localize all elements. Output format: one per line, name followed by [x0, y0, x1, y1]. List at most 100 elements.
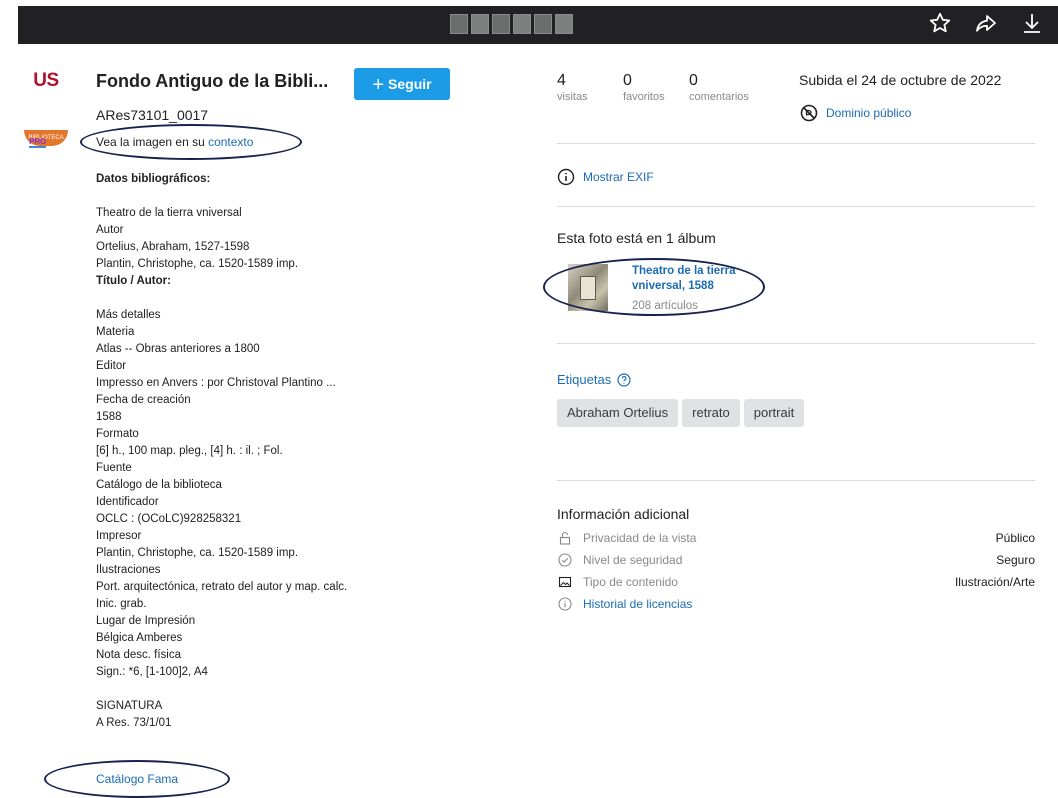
photo-thumbnail[interactable] [513, 14, 531, 34]
photo-thumbnail[interactable] [534, 14, 552, 34]
photo-thumbnail[interactable] [555, 14, 573, 34]
additional-info-heading: Información adicional [557, 506, 690, 522]
pro-badge[interactable]: PRO [29, 137, 47, 148]
divider [557, 480, 1035, 481]
album-item-count: 208 artículos [632, 300, 698, 312]
follow-button[interactable]: + Seguir [354, 68, 450, 100]
description-line: Materia [96, 326, 135, 338]
download-icon[interactable] [1020, 11, 1044, 35]
stat-value: 4 [557, 72, 566, 89]
divider [557, 143, 1035, 144]
tag-chip[interactable]: Abraham Ortelius [557, 399, 679, 427]
stat-value: 0 [689, 72, 698, 89]
star-icon[interactable] [928, 11, 952, 35]
description-line: Lugar de Impresión [96, 615, 196, 627]
stat-value: 0 [623, 72, 632, 89]
photo-thumbnail[interactable] [492, 14, 510, 34]
stat-comentarios: 0 comentarios [689, 72, 753, 104]
description-line: Catálogo de la biblioteca [96, 479, 222, 491]
stat-favoritos: 0 favoritos [623, 72, 687, 104]
description-line: Nota desc. física [96, 649, 182, 661]
description-line: Autor [96, 224, 124, 236]
info-row-label[interactable]: Historial de licencias [583, 597, 692, 611]
description-line: Impresso en Anvers : por Christoval Plan… [96, 377, 336, 389]
plus-icon: + [372, 74, 385, 96]
photo-title: ARes73101_0017 [96, 107, 209, 123]
description-line: Plantin, Christophe, ca. 1520-1589 imp. [96, 258, 299, 270]
info-row[interactable]: Historial de licencias [557, 593, 1035, 615]
context-link[interactable]: contexto [208, 135, 253, 149]
description-line: A Res. 73/1/01 [96, 717, 172, 729]
info-icon [557, 168, 575, 186]
description-line: Bélgica Amberes [96, 632, 183, 644]
description-line: Inic. grab. [96, 598, 147, 610]
description-line: Fecha de creación [96, 394, 191, 406]
album-heading: Esta foto está en 1 álbum [557, 230, 716, 246]
description-line: Más detalles [96, 309, 161, 321]
public-domain-icon [800, 104, 818, 122]
description-line: Formato [96, 428, 139, 440]
description-line: Editor [96, 360, 127, 372]
context-prefix: Vea la imagen en su [96, 135, 209, 149]
show-exif-link[interactable]: Mostrar EXIF [557, 168, 654, 186]
upload-date: Subida el 24 de octubre de 2022 [799, 72, 1002, 88]
album-thumbnail[interactable] [568, 264, 608, 311]
owner-logo-text: US [33, 70, 59, 91]
description-line: OCLC : (OCoLC)928258321 [96, 513, 242, 525]
info-row-value: Seguro [996, 553, 1035, 567]
photo-details-panel: US BIBLIOTECA PRO Fondo Antiguo de la Bi… [0, 44, 520, 798]
info-row-value: Público [995, 531, 1035, 545]
tags-heading: Etiquetas [557, 372, 631, 387]
info-row: Privacidad de la vista Público [557, 527, 1035, 549]
description-line: SIGNATURA [96, 700, 163, 712]
description-line: 1588 [96, 411, 122, 423]
divider [557, 206, 1035, 207]
stat-label: visitas [557, 91, 588, 103]
description-line: Ilustraciones [96, 564, 161, 576]
description-line: Ortelius, Abraham, 1527-1598 [96, 241, 250, 253]
help-icon[interactable] [617, 372, 631, 387]
catalog-fama-link[interactable]: Catálogo Fama [96, 772, 178, 786]
description-line: Fuente [96, 462, 132, 474]
photo-thumbnail-strip [450, 14, 573, 36]
description-line: Datos bibliográficos: [96, 173, 211, 185]
tags-heading-label: Etiquetas [557, 372, 612, 387]
show-exif-label: Mostrar EXIF [583, 170, 654, 184]
info-row: Tipo de contenido Ilustración/Arte [557, 571, 1035, 593]
license-link[interactable]: Dominio público [800, 104, 911, 122]
description-line [96, 188, 516, 205]
follow-button-label: Seguir [388, 76, 432, 92]
info-icon [557, 597, 573, 611]
description-line: Port. arquitectónica, retrato del autor … [96, 581, 348, 593]
description-line [96, 290, 516, 307]
context-line: Vea la imagen en su contexto [96, 135, 253, 149]
info-row-label: Nivel de seguridad [583, 553, 683, 567]
description-line: Plantin, Christophe, ca. 1520-1589 imp. [96, 547, 299, 559]
tag-chip[interactable]: retrato [682, 399, 740, 427]
info-row-label: Tipo de contenido [583, 575, 678, 589]
description-line: Identificador [96, 496, 159, 508]
info-row-value: Ilustración/Arte [954, 575, 1035, 589]
description-line: Atlas -- Obras anteriores a 1800 [96, 343, 260, 355]
info-row-label: Privacidad de la vista [583, 531, 697, 545]
top-bar [18, 6, 1058, 44]
tag-chip[interactable]: portrait [743, 399, 805, 427]
photo-meta-panel: 4 visitas 0 favoritos 0 comentarios Subida el… [543, 44, 1035, 797]
stat-visitas: 4 visitas [557, 72, 621, 104]
license-label: Dominio público [826, 106, 912, 120]
description-line: Impresor [96, 530, 142, 542]
description-line: [6] h., 100 map. pleg., [4] h. : il. ; F… [96, 445, 283, 457]
share-arrow-icon[interactable] [974, 11, 998, 35]
photo-thumbnail[interactable] [450, 14, 468, 34]
owner-name[interactable]: Fondo Antiguo de la Bibli... [96, 71, 328, 92]
stat-label: favoritos [623, 91, 665, 103]
photo-stats: 4 visitas 0 favoritos 0 comentarios [557, 72, 755, 104]
stat-label: comentarios [689, 91, 749, 103]
tag-list: Abraham Ortelius retrato portrait [557, 399, 807, 427]
divider [557, 343, 1035, 344]
description-line [96, 681, 516, 698]
photo-description: Datos bibliográficos: Theatro de la tierr… [96, 171, 516, 732]
photo-thumbnail[interactable] [471, 14, 489, 34]
album-title-link[interactable]: Theatro de la tierra vniversal, 1588 [632, 264, 762, 294]
owner-avatar[interactable]: US BIBLIOTECA [24, 70, 68, 146]
